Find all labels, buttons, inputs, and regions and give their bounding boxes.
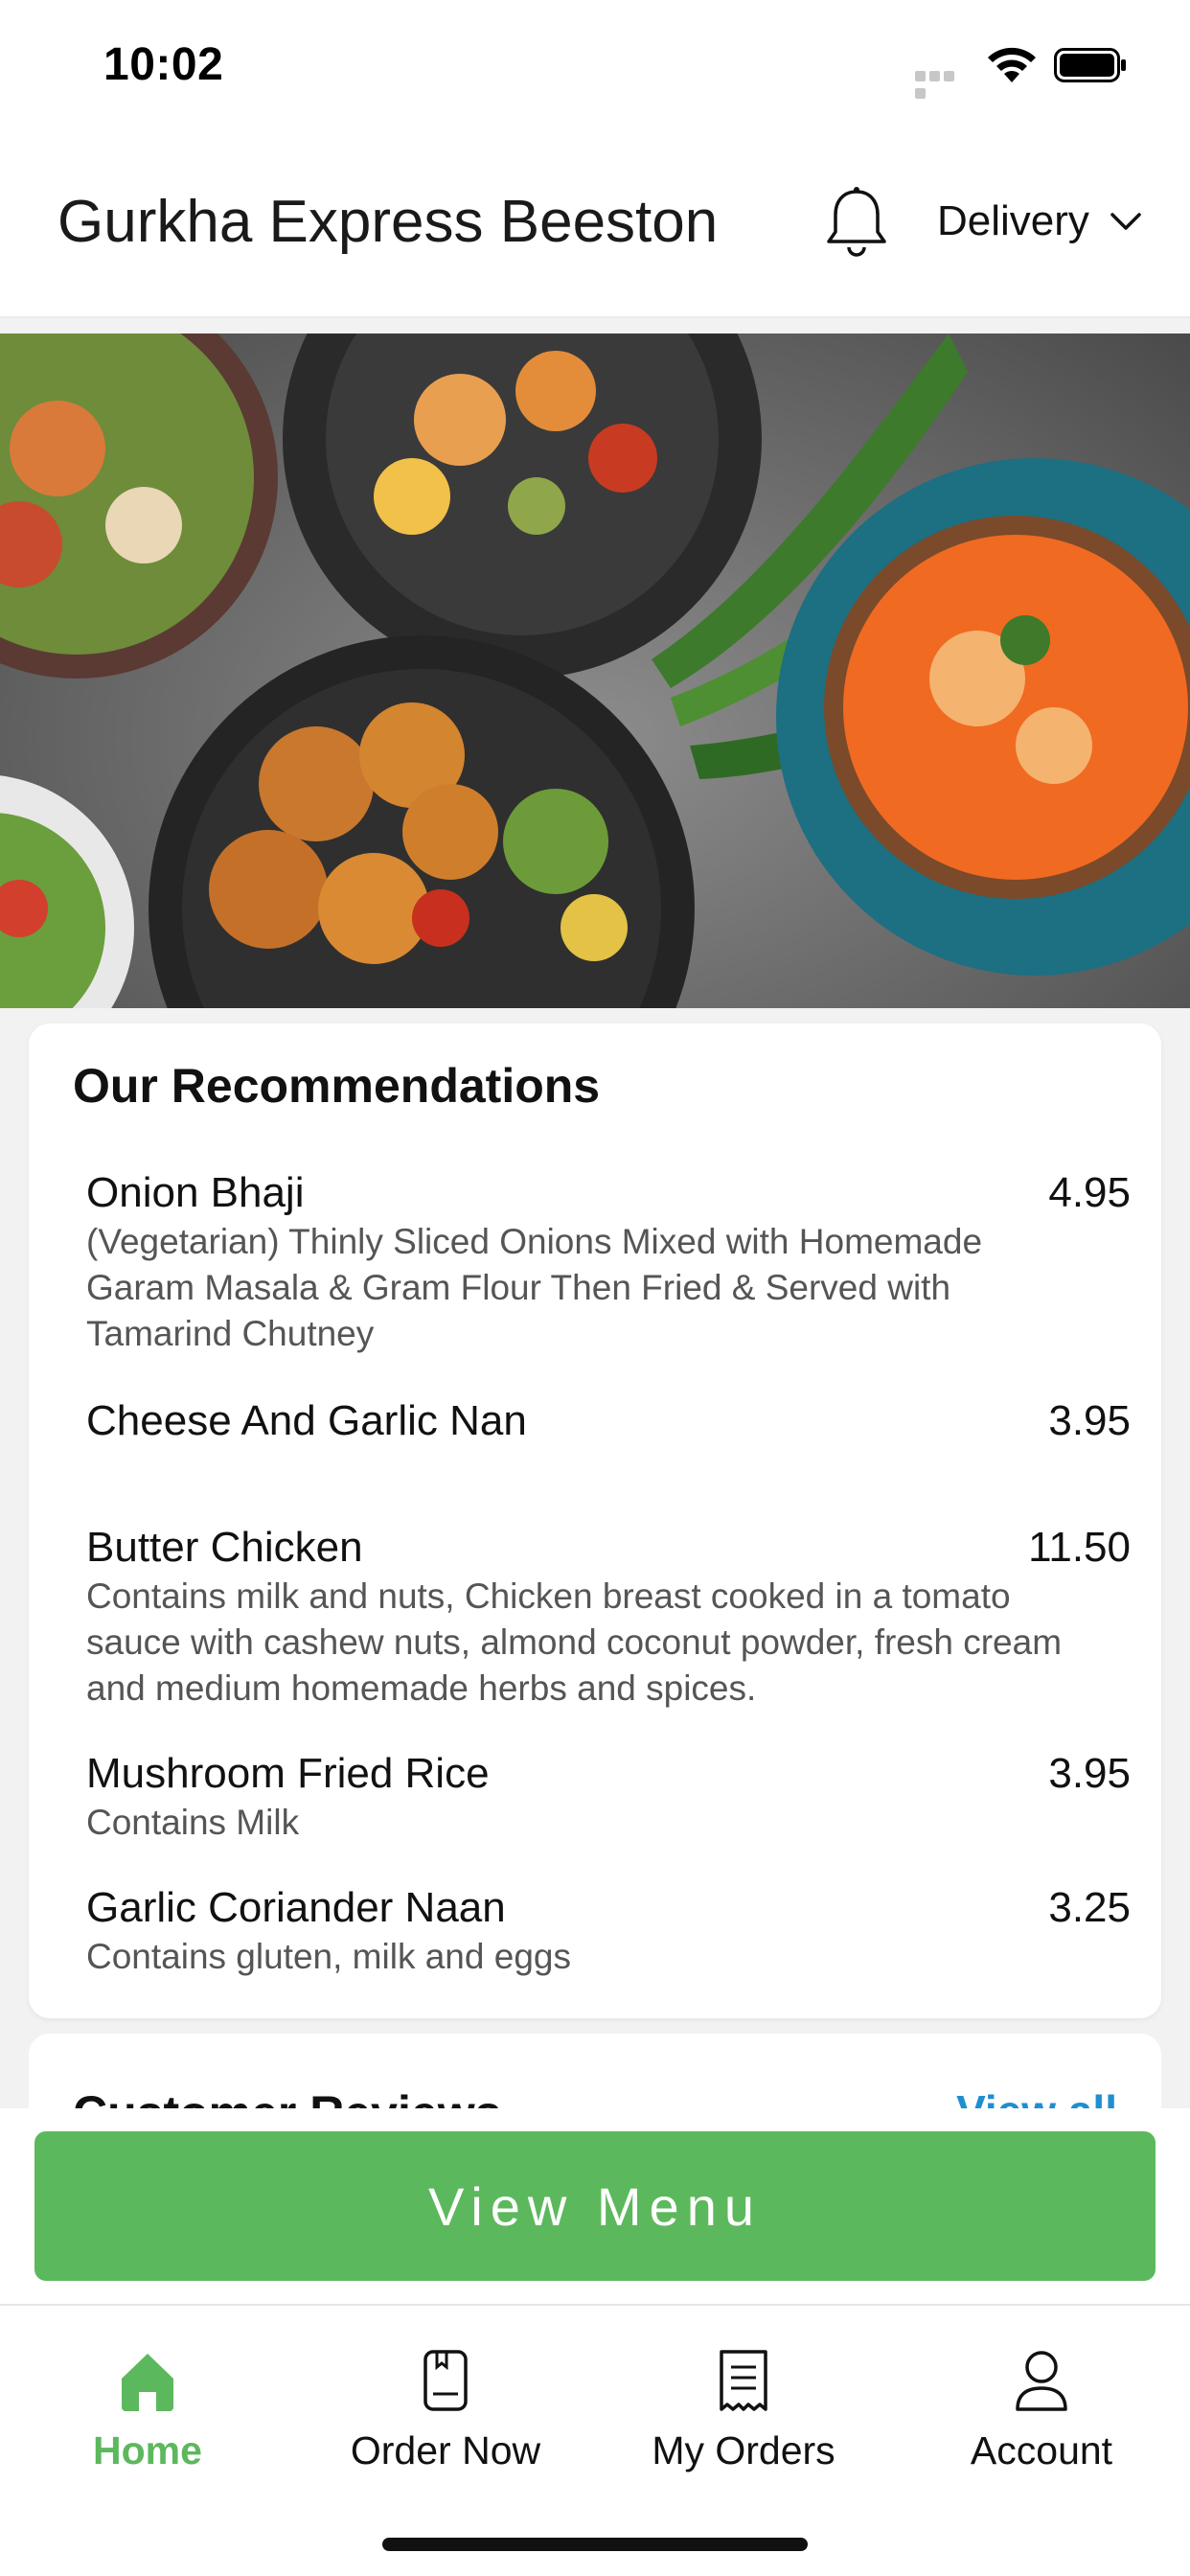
tab-account-label: Account — [970, 2428, 1113, 2472]
account-icon — [1016, 2351, 1067, 2411]
menu-item-price: 3.95 — [1048, 1397, 1131, 1444]
menu-item-description: (Vegetarian) Thinly Sliced Onions Mixed … — [86, 1222, 983, 1353]
tab-my-orders-label: My Orders — [652, 2428, 835, 2472]
menu-item[interactable]: Butter Chicken 11.50 Contains milk and n… — [86, 1524, 1131, 1712]
wifi-icon — [988, 47, 1036, 82]
bell-icon[interactable] — [822, 184, 891, 259]
menu-item-price: 3.25 — [1048, 1884, 1131, 1931]
menu-item-description: Contains milk and nuts, Chicken breast c… — [86, 1576, 1063, 1708]
menu-item[interactable]: Mushroom Fried Rice 3.95 Contains Milk — [86, 1750, 1131, 1846]
delivery-mode-selector[interactable]: Delivery — [937, 197, 1143, 245]
bottom-tab-bar: Home Order Now My Orders Account — [0, 2304, 1190, 2576]
tab-order-now-label: Order Now — [350, 2428, 541, 2472]
menu-item-description: Contains Milk — [86, 1803, 300, 1842]
chevron-down-icon — [1110, 213, 1141, 230]
restaurant-title: Gurkha Express Beeston — [57, 189, 719, 255]
cellular-signal-icon — [915, 69, 971, 99]
menu-item-description: Contains gluten, milk and eggs — [86, 1937, 571, 1976]
recommendations-title: Our Recommendations — [73, 1059, 601, 1113]
menu-item-price: 11.50 — [1028, 1524, 1131, 1571]
menu-item-name: Cheese And Garlic Nan — [86, 1397, 527, 1444]
menu-item-price: 4.95 — [1048, 1169, 1131, 1216]
home-indicator — [382, 2538, 808, 2551]
menu-item-name: Onion Bhaji — [86, 1169, 305, 1216]
tab-order-now[interactable]: Order Now — [302, 2346, 589, 2473]
home-icon — [122, 2354, 173, 2411]
app-header: Gurkha Express Beeston Delivery — [0, 134, 1190, 318]
app-screen: 10:02 Gurkha Express Beeston Delivery Ou… — [0, 0, 1190, 2576]
tab-home[interactable]: Home — [4, 2346, 291, 2473]
receipt-icon — [720, 2350, 767, 2411]
status-time: 10:02 — [103, 39, 224, 90]
menu-item[interactable]: Onion Bhaji 4.95 (Vegetarian) Thinly Sli… — [86, 1169, 1131, 1357]
tab-account[interactable]: Account — [898, 2346, 1185, 2473]
view-menu-button[interactable]: View Menu — [34, 2131, 1156, 2281]
recommendations-card: Our Recommendations Onion Bhaji 4.95 (Ve… — [29, 1024, 1161, 2018]
hero-food-image — [0, 334, 1190, 1008]
tab-my-orders[interactable]: My Orders — [600, 2346, 887, 2473]
menu-item-name: Garlic Coriander Naan — [86, 1884, 506, 1931]
menu-item[interactable]: Garlic Coriander Naan 3.25 Contains glut… — [86, 1884, 1131, 1980]
status-bar: 10:02 — [0, 0, 1190, 134]
menu-item-price: 3.95 — [1048, 1750, 1131, 1797]
delivery-label: Delivery — [937, 197, 1089, 244]
tab-home-label: Home — [93, 2428, 202, 2472]
menu-item[interactable]: Cheese And Garlic Nan 3.95 — [86, 1397, 1131, 1445]
menu-item-name: Butter Chicken — [86, 1524, 363, 1571]
order-now-icon — [423, 2350, 468, 2411]
battery-icon — [1054, 48, 1126, 82]
menu-item-name: Mushroom Fried Rice — [86, 1750, 490, 1797]
